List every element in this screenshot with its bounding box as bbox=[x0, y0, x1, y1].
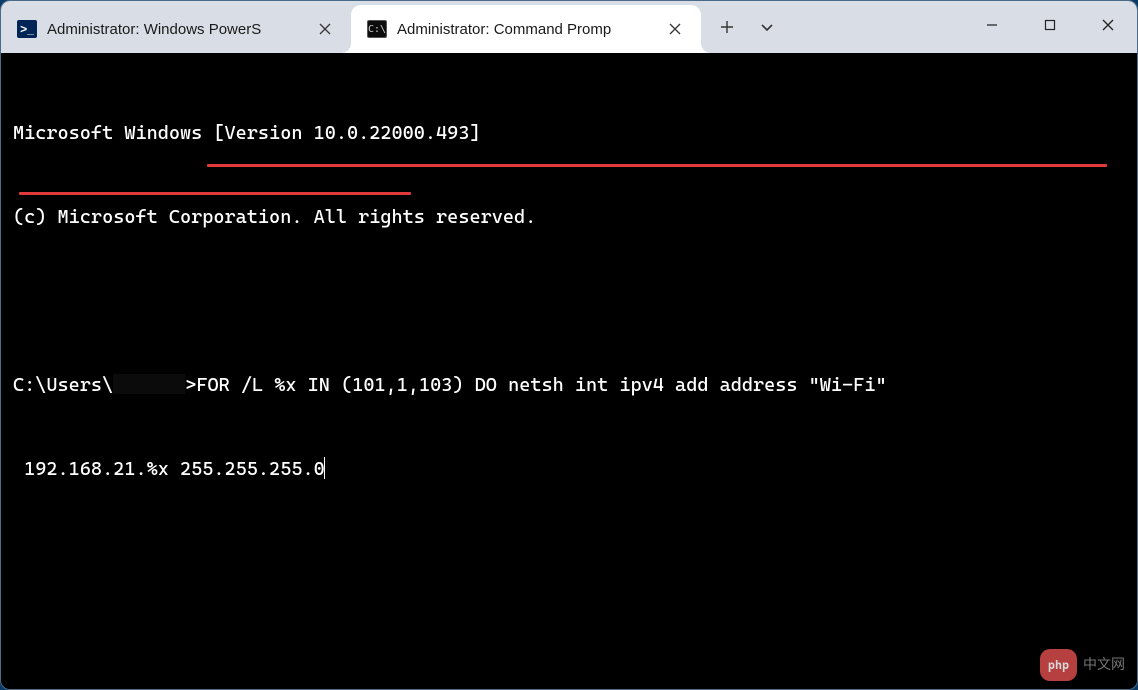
tab-powershell[interactable]: >_ Administrator: Windows PowerS bbox=[1, 5, 351, 53]
minimize-icon bbox=[986, 19, 998, 31]
prompt-prefix: C:\Users\ bbox=[13, 374, 113, 396]
chevron-down-icon bbox=[760, 20, 774, 34]
tab-cmd[interactable]: C:\ Administrator: Command Promp bbox=[351, 5, 701, 53]
minimize-button[interactable] bbox=[963, 1, 1021, 49]
blank-line bbox=[13, 287, 1125, 315]
watermark: php 中文网 bbox=[1040, 649, 1125, 681]
terminal-viewport[interactable]: Microsoft Windows [Version 10.0.22000.49… bbox=[1, 53, 1137, 689]
text-cursor bbox=[324, 457, 325, 479]
command-continuation: 192.168.21.%x 255.255.255.0 bbox=[13, 455, 1125, 483]
banner-line: (c) Microsoft Corporation. All rights re… bbox=[13, 203, 1125, 231]
watermark-badge: php bbox=[1040, 649, 1077, 681]
annotation-underline bbox=[207, 164, 1107, 167]
tabbar-actions bbox=[707, 1, 787, 53]
prompt-line: C:\Users\ >FOR /L %x IN (101,1,103) DO ne… bbox=[13, 371, 1125, 399]
plus-icon bbox=[720, 20, 734, 34]
watermark-text: 中文网 bbox=[1083, 651, 1125, 679]
banner-line: Microsoft Windows [Version 10.0.22000.49… bbox=[13, 119, 1125, 147]
tab-dropdown-button[interactable] bbox=[747, 3, 787, 51]
close-icon bbox=[319, 23, 331, 35]
titlebar[interactable]: >_ Administrator: Windows PowerS C:\ Adm… bbox=[1, 1, 1137, 53]
powershell-icon: >_ bbox=[17, 19, 37, 39]
tab-strip: >_ Administrator: Windows PowerS C:\ Adm… bbox=[1, 1, 701, 53]
command-text: 192.168.21.%x 255.255.255.0 bbox=[13, 458, 325, 480]
maximize-button[interactable] bbox=[1021, 1, 1079, 49]
close-window-button[interactable] bbox=[1079, 1, 1137, 49]
annotation-underline bbox=[19, 192, 411, 195]
maximize-icon bbox=[1044, 19, 1056, 31]
command-text: FOR /L %x IN (101,1,103) DO netsh int ip… bbox=[196, 374, 886, 396]
prompt-suffix: > bbox=[185, 374, 196, 396]
terminal-window: >_ Administrator: Windows PowerS C:\ Adm… bbox=[0, 0, 1138, 690]
close-tab-button[interactable] bbox=[311, 15, 339, 43]
tab-label: Administrator: Windows PowerS bbox=[47, 21, 301, 38]
tab-label: Administrator: Command Promp bbox=[397, 21, 651, 38]
close-icon bbox=[669, 23, 681, 35]
cmd-icon: C:\ bbox=[367, 19, 387, 39]
new-tab-button[interactable] bbox=[707, 3, 747, 51]
close-icon bbox=[1102, 19, 1114, 31]
window-controls bbox=[963, 1, 1137, 49]
close-tab-button[interactable] bbox=[661, 15, 689, 43]
redacted-username bbox=[113, 374, 185, 394]
